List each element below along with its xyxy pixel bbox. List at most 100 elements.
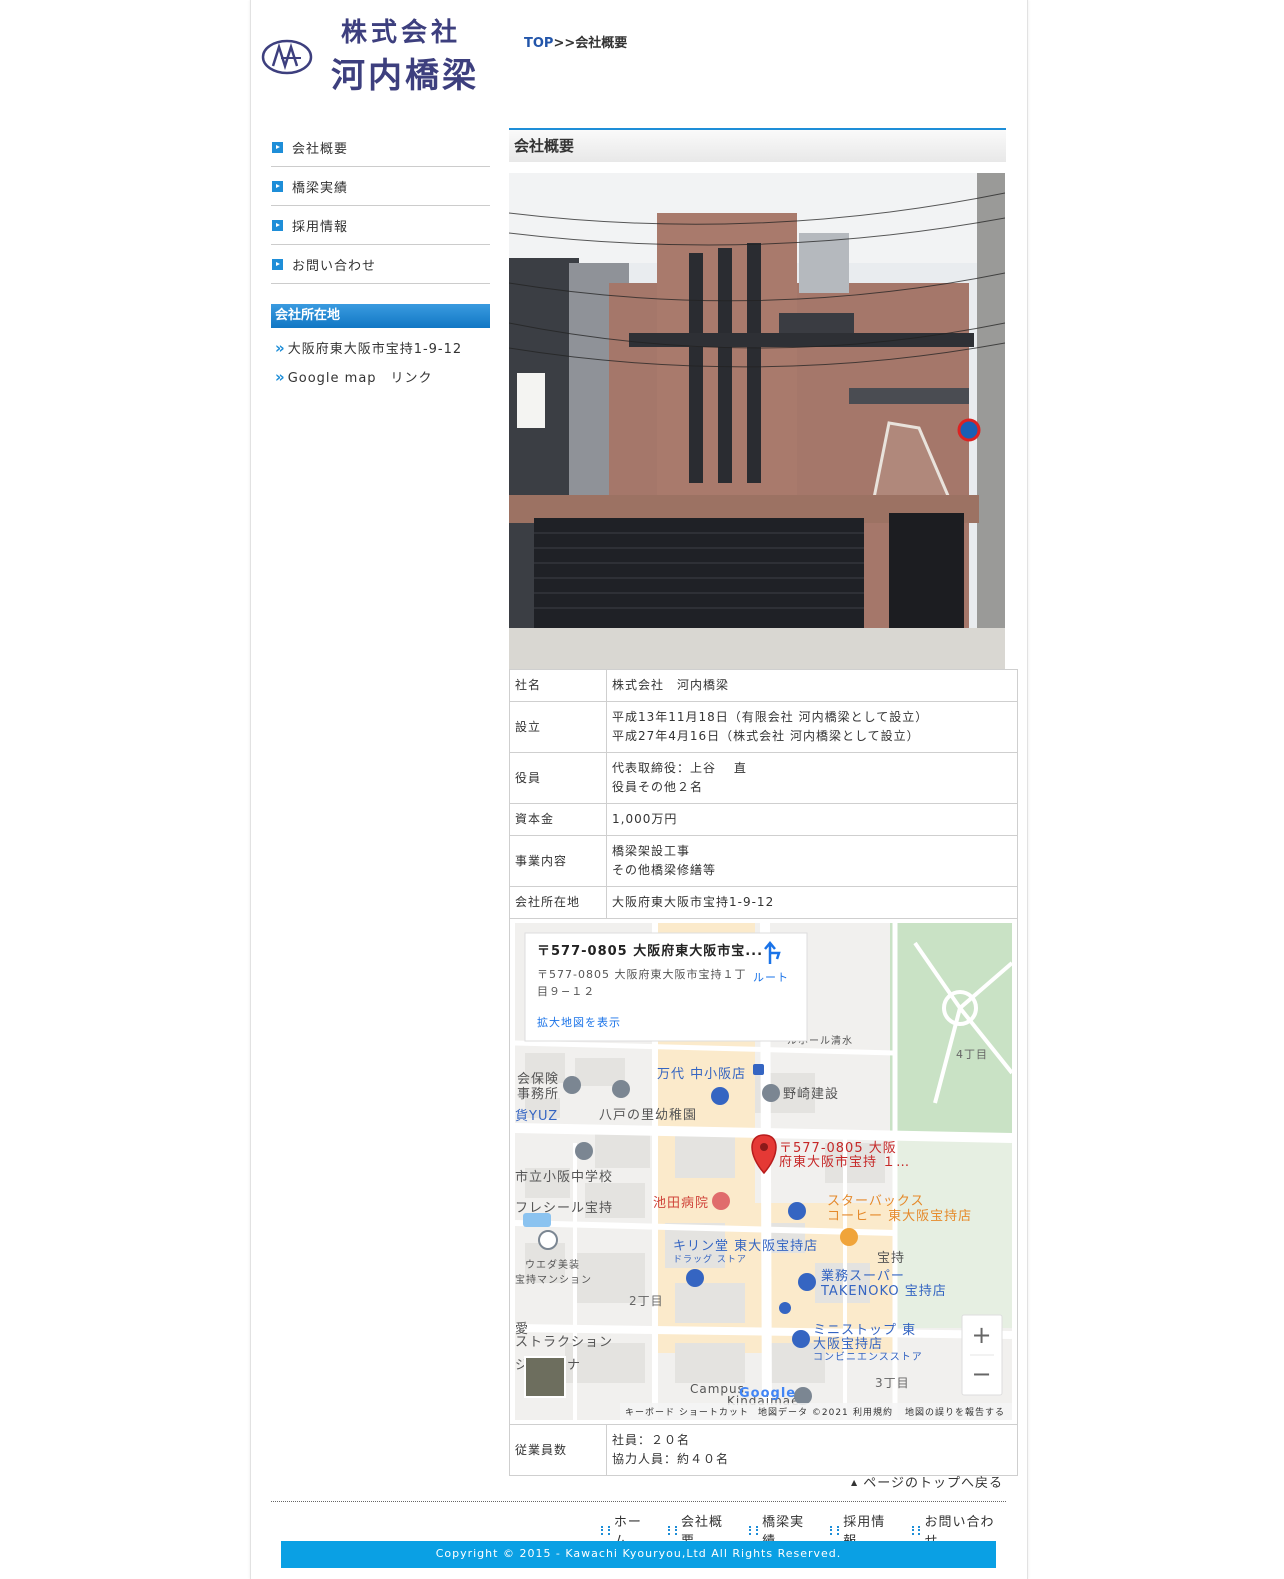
map-label-2chome: 2丁目 (629, 1294, 664, 1308)
row-value-line: 役員その他２名 (612, 780, 704, 794)
row-value: 社員：２０名 協力人員：約４０名 (606, 1424, 1018, 1476)
map-pin-icon (762, 1084, 780, 1102)
satellite-toggle-button[interactable] (524, 1356, 566, 1398)
row-key: 資本金 (509, 803, 607, 836)
keyboard-shortcuts-link[interactable]: キーボード ショートカット (625, 1407, 749, 1418)
map-label-gyomu-1: 業務スーパー (821, 1268, 905, 1284)
sidebar-item-label: 採用情報 (292, 219, 349, 235)
terms-link[interactable]: 利用規約 (853, 1406, 893, 1418)
dotted-bullet-icon (911, 1525, 921, 1535)
location-heading: 会社所在地 (271, 304, 490, 328)
sidebar-item-contact[interactable]: お問い合わせ (271, 245, 490, 284)
row-value: 株式会社 河内橋梁 (606, 669, 1018, 702)
google-map-embed[interactable]: 4丁目 ルホール清水 会保険 事務所 万代 中小阪店 野崎建設 貨YUZ 八戸の… (515, 923, 1012, 1420)
sidebar-item-company[interactable]: 会社概要 (271, 128, 490, 167)
map-label-3chome: 3丁目 (875, 1376, 910, 1390)
school-icon (612, 1080, 630, 1098)
double-chevron-icon: » (275, 338, 286, 357)
map-label-ikeda: 池田病院 (653, 1196, 709, 1211)
map-label-houji: 宝持 (877, 1251, 905, 1266)
row-key: 従業員数 (509, 1424, 607, 1476)
green-area (895, 1138, 1012, 1328)
location-address: » 大阪府東大阪市宝持1-9-12 (271, 338, 490, 358)
directions-label[interactable]: ルート (753, 971, 789, 984)
row-value-line: 社員：２０名 (612, 1433, 691, 1447)
map-label-hoken-2: 事務所 (517, 1087, 559, 1102)
double-chevron-icon: » (275, 367, 286, 386)
map-label-kirindo: キリン堂 東大阪宝持店 (673, 1238, 818, 1254)
marker-label-2: 府東大阪市宝持 １… (779, 1154, 910, 1170)
copyright-bar: Copyright © 2015 - Kawachi Kyouryou,Ltd … (281, 1541, 996, 1568)
cafe-icon (840, 1228, 858, 1246)
row-value-line: 橋梁架設工事 (612, 844, 691, 858)
row-key: 設立 (509, 701, 607, 753)
dotted-bullet-icon (830, 1525, 840, 1535)
marker-label-1: 〒577-0805 大阪 (779, 1141, 897, 1156)
logo-text-kabushikikaisha: 株式会社 (341, 18, 462, 48)
breadcrumb-top-link[interactable]: TOP (524, 36, 553, 51)
row-value-line: 株式会社 河内橋梁 (612, 678, 730, 692)
sidebar-item-recruit[interactable]: 採用情報 (271, 206, 490, 245)
page-top-link[interactable]: ▲ ページのトップへ戻る (851, 1472, 1003, 1491)
dotted-bullet-icon (749, 1525, 759, 1535)
row-value: 橋梁架設工事その他橋梁修繕等 (606, 835, 1018, 887)
table-row: 従業員数 社員：２０名 協力人員：約４０名 (509, 1424, 1018, 1476)
arrow-bullet-icon (272, 219, 283, 231)
table-row: 社名 株式会社 河内橋梁 (509, 669, 1018, 702)
footer-divider (271, 1501, 1006, 1502)
sidebar-item-bridge-works[interactable]: 橋梁実績 (271, 167, 490, 206)
map-label-starbucks-1: スターバックス (827, 1194, 924, 1209)
map-label-yatono: 八戸の里幼稚園 (599, 1108, 697, 1123)
row-key: 役員 (509, 752, 607, 804)
page-top-label: ページのトップへ戻る (863, 1476, 1004, 1491)
breadcrumb: TOP>>会社概要 (524, 32, 627, 51)
hospital-icon (712, 1192, 730, 1210)
pool-area (523, 1213, 551, 1227)
map-label-na: ナ (567, 1358, 581, 1373)
shopping-cart-icon (711, 1087, 729, 1105)
row-value: 平成13年11月18日（有限会社 河内橋梁として設立） 平成27年4月16日（株式… (606, 701, 1018, 753)
row-value: 1,000万円 (606, 803, 1018, 836)
zoom-out-button[interactable]: − (971, 1360, 992, 1388)
map-cell: 4丁目 ルホール清水 会保険 事務所 万代 中小阪店 野崎建設 貨YUZ 八戸の… (509, 918, 1018, 1425)
shopping-bag-icon (788, 1202, 806, 1220)
shopping-cart-icon (798, 1273, 816, 1291)
map-data-attribution: 地図データ ©2021 (758, 1406, 849, 1418)
school-icon (575, 1142, 593, 1160)
shopping-bag-icon (686, 1269, 704, 1287)
sidebar-item-label: お問い合わせ (292, 258, 377, 274)
row-value-line: 平成13年11月18日（有限会社 河内橋梁として設立） (612, 710, 929, 724)
google-map-link[interactable]: » Google map リンク (271, 367, 490, 387)
row-value-line: 大阪府東大阪市宝持1-9-12 (612, 895, 775, 909)
arrow-bullet-icon (272, 141, 283, 153)
map-label-mandai: 万代 中小阪店 (657, 1067, 746, 1082)
table-row: 資本金 1,000万円 (509, 803, 1018, 836)
row-value-line: 平成27年4月16日（株式会社 河内橋梁として設立） (612, 729, 920, 743)
row-key: 会社所在地 (509, 886, 607, 919)
google-logo: Google (739, 1386, 796, 1401)
route-shield-icon (779, 1302, 791, 1314)
google-map-link-text: Google map リンク (287, 371, 433, 386)
map-label-school: 市立小阪中学校 (515, 1169, 613, 1185)
breadcrumb-current: 会社概要 (575, 36, 628, 51)
arrow-bullet-icon (272, 258, 283, 270)
company-mark-icon (261, 39, 313, 75)
row-key: 事業内容 (509, 835, 607, 887)
map-label-ministop-2: 大阪宝持店 (813, 1337, 883, 1352)
map-label-konbini: コンビニエンスストア (813, 1351, 923, 1363)
report-error-link[interactable]: 地図の誤りを報告する (905, 1406, 1005, 1418)
map-label-traction: ストラクション (515, 1335, 613, 1350)
row-value-line: その他橋梁修繕等 (612, 863, 717, 877)
sidebar-item-label: 会社概要 (292, 141, 349, 157)
map-pin-icon (563, 1076, 581, 1094)
view-larger-map-link[interactable]: 拡大地図を表示 (537, 1015, 621, 1029)
map-label-nozaki: 野崎建設 (783, 1086, 839, 1102)
bus-stop-icon (753, 1064, 764, 1075)
section-title: 会社概要 (509, 128, 1006, 162)
side-navigation: 会社概要 橋梁実績 採用情報 お問い合わせ (271, 128, 490, 284)
zoom-in-button[interactable]: + (971, 1321, 992, 1349)
map-label-gyomu-2: TAKENOKO 宝持店 (820, 1284, 947, 1299)
location-box: 会社所在地 » 大阪府東大阪市宝持1-9-12 » Google map リンク (271, 304, 490, 386)
company-logo[interactable]: 株式会社 河内橋梁 (261, 10, 501, 100)
map-pin-icon (538, 1230, 558, 1250)
